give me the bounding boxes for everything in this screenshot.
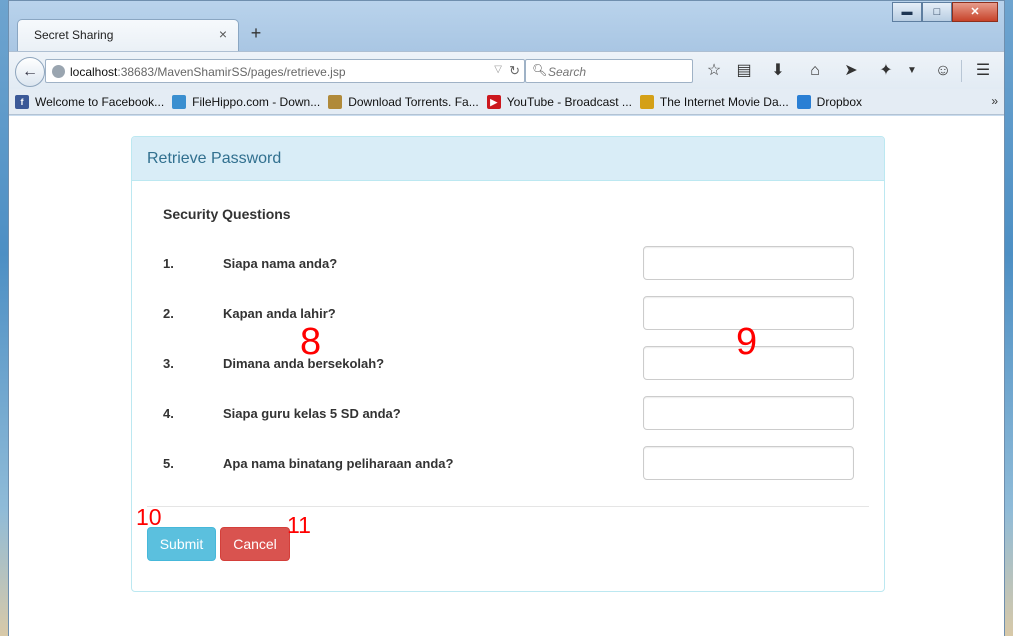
question-text: Siapa nama anda? <box>223 256 338 271</box>
form-divider <box>147 506 869 507</box>
filehippo-icon <box>172 94 187 109</box>
question-text: Kapan anda lahir? <box>223 306 336 321</box>
addon-dropdown-icon[interactable]: ▼ <box>901 60 923 82</box>
annotation-label-8: 8 <box>300 321 322 363</box>
question-row: 1. Siapa nama anda? <box>132 246 884 280</box>
back-arrow-icon: ← <box>22 63 38 80</box>
window-controls: ▬ □ ✕ <box>892 2 998 22</box>
bookmark-label: Download Torrents. Fa... <box>348 94 479 109</box>
answer-input-5[interactable] <box>643 446 854 480</box>
bookmark-item[interactable]: The Internet Movie Da... <box>639 94 789 109</box>
search-bar: 🔍︎ <box>525 59 693 83</box>
url-bar[interactable]: localhost:38683/MavenShamirSS/pages/retr… <box>45 59 525 83</box>
submit-button[interactable]: Submit <box>147 527 216 561</box>
search-icon[interactable]: 🔍︎ <box>532 63 547 77</box>
send-icon[interactable]: ➤ <box>840 60 862 82</box>
tab-secret-sharing[interactable]: Secret Sharing × <box>17 19 239 51</box>
cancel-button[interactable]: Cancel <box>220 527 290 561</box>
browser-window: Secret Sharing × + ▬ □ ✕ ← localhost:386… <box>8 0 1005 636</box>
smiley-icon[interactable]: ☺ <box>932 60 954 82</box>
dropbox-icon <box>796 94 811 109</box>
imdb-icon <box>639 94 654 109</box>
bookmark-label: The Internet Movie Da... <box>659 94 789 109</box>
answer-input-1[interactable] <box>643 246 854 280</box>
question-row: 3. Dimana anda bersekolah? <box>132 346 884 380</box>
youtube-icon: ▶ <box>486 94 501 109</box>
question-text: Apa nama binatang peliharaan anda? <box>223 456 454 471</box>
bookmarks-bar: f Welcome to Facebook... FileHippo.com - D… <box>9 89 1004 115</box>
question-number: 4. <box>163 406 174 421</box>
question-row: 2. Kapan anda lahir? <box>132 296 884 330</box>
new-tab-button[interactable]: + <box>247 23 265 43</box>
bookmark-item[interactable]: ▶ YouTube - Broadcast ... <box>486 94 632 109</box>
section-title: Security Questions <box>163 206 291 222</box>
navigation-toolbar: ← localhost:38683/MavenShamirSS/pages/re… <box>9 51 1004 89</box>
answer-input-4[interactable] <box>643 396 854 430</box>
panel-heading: Retrieve Password <box>132 137 884 181</box>
title-bar: Secret Sharing × + ▬ □ ✕ <box>9 1 1004 51</box>
page-content: Retrieve Password Security Questions 1. … <box>9 116 1004 636</box>
downloads-icon[interactable]: ⬇ <box>767 60 789 82</box>
bookmark-item[interactable]: Dropbox <box>796 94 863 109</box>
maximize-button[interactable]: □ <box>922 2 952 22</box>
bookmark-item[interactable]: FileHippo.com - Down... <box>172 94 321 109</box>
globe-icon <box>52 65 65 78</box>
close-tab-icon[interactable]: × <box>216 26 230 42</box>
reload-icon[interactable]: ↻ <box>509 63 520 79</box>
minimize-button[interactable]: ▬ <box>892 2 922 22</box>
bookmarks-menu-icon[interactable]: ▤ <box>733 60 755 82</box>
url-dropdown-icon[interactable]: ▽ <box>494 64 502 75</box>
shield-icon <box>328 94 343 109</box>
bookmark-label: Dropbox <box>816 94 863 109</box>
bookmark-label: FileHippo.com - Down... <box>192 94 321 109</box>
retrieve-password-panel: Retrieve Password Security Questions 1. … <box>131 136 885 592</box>
annotation-label-9: 9 <box>736 321 758 363</box>
bookmark-item[interactable]: Download Torrents. Fa... <box>328 94 479 109</box>
menu-icon[interactable]: ☰ <box>972 60 994 82</box>
back-button[interactable]: ← <box>15 57 45 87</box>
bookmarks-overflow-icon[interactable]: » <box>991 94 998 108</box>
question-number: 1. <box>163 256 174 271</box>
question-row: 5. Apa nama binatang peliharaan anda? <box>132 446 884 480</box>
question-number: 2. <box>163 306 174 321</box>
home-icon[interactable]: ⌂ <box>804 60 826 82</box>
question-text: Siapa guru kelas 5 SD anda? <box>223 406 401 421</box>
url-text[interactable]: localhost:38683/MavenShamirSS/pages/retr… <box>70 65 346 79</box>
bookmark-label: Welcome to Facebook... <box>35 94 165 109</box>
facebook-icon: f <box>15 94 29 109</box>
question-row: 4. Siapa guru kelas 5 SD anda? <box>132 396 884 430</box>
annotation-label-10: 10 <box>136 504 162 530</box>
bookmark-star-icon[interactable]: ☆ <box>703 60 725 82</box>
close-window-button[interactable]: ✕ <box>952 2 998 22</box>
search-input[interactable] <box>548 63 688 80</box>
bookmark-item[interactable]: f Welcome to Facebook... <box>15 94 165 109</box>
toolbar-separator <box>961 60 962 82</box>
url-host: localhost <box>70 65 118 79</box>
url-path: :38683/MavenShamirSS/pages/retrieve.jsp <box>117 65 346 79</box>
question-number: 3. <box>163 356 174 371</box>
addon-icon[interactable]: ✦ <box>875 60 897 82</box>
annotation-label-11: 11 <box>287 512 311 538</box>
tab-title: Secret Sharing <box>34 28 114 42</box>
question-number: 5. <box>163 456 174 471</box>
bookmark-label: YouTube - Broadcast ... <box>506 94 632 109</box>
